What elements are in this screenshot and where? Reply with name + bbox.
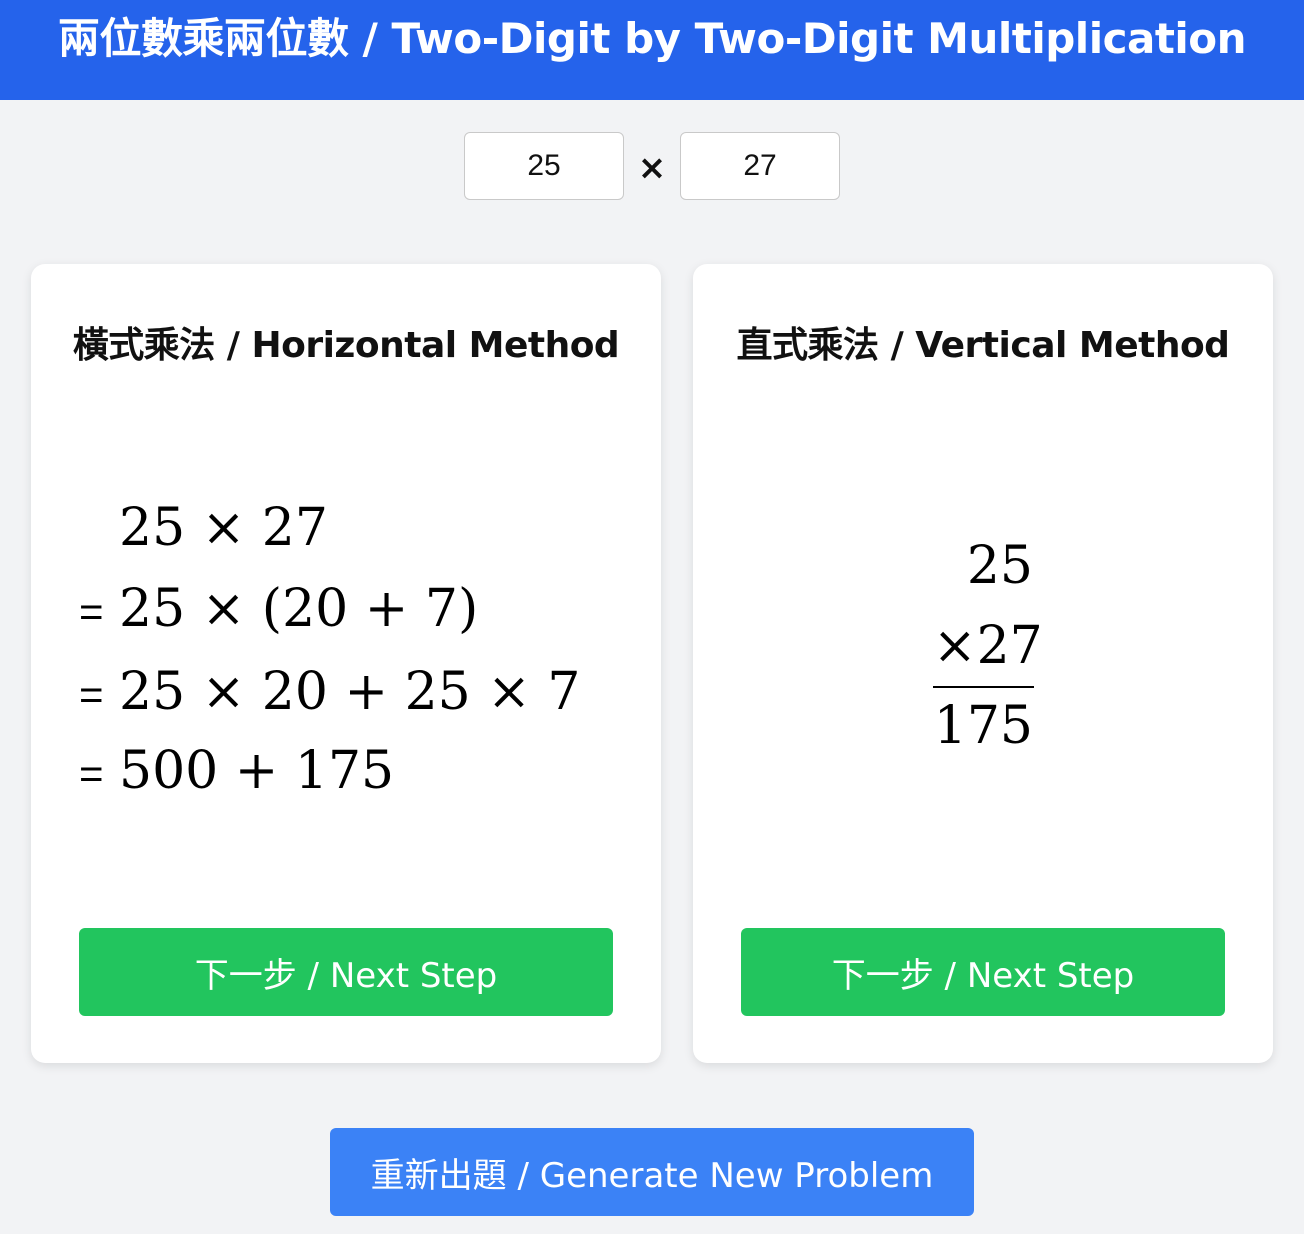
horizontal-step-expression: 500 + 175 bbox=[119, 741, 395, 801]
horizontal-step-expression: 25 × 20 + 25 × 7 bbox=[119, 662, 581, 722]
generate-new-problem-button[interactable]: 重新出題 / Generate New Problem bbox=[330, 1128, 974, 1216]
vertical-partial-product: 175 bbox=[933, 696, 1033, 756]
vertical-multiplication: 25 ×27 175 bbox=[933, 526, 1043, 764]
horizontal-step-line: = 500 + 175 bbox=[79, 731, 394, 811]
horizontal-step-expression: 25 × (20 + 7) bbox=[119, 579, 479, 639]
horizontal-step-expression: 25 × 27 bbox=[119, 498, 328, 558]
page-title: 兩位數乘兩位數 / Two-Digit by Two-Digit Multipl… bbox=[57, 14, 1247, 63]
vertical-method-card: 直式乘法 / Vertical Method 25 ×27 175 下一步 / … bbox=[693, 264, 1273, 1063]
equals-sign: = bbox=[79, 588, 104, 635]
vertical-method-title: 直式乘法 / Vertical Method bbox=[736, 325, 1230, 366]
page-header: 兩位數乘兩位數 / Two-Digit by Two-Digit Multipl… bbox=[0, 0, 1304, 100]
horizontal-next-step-button[interactable]: 下一步 / Next Step bbox=[79, 928, 613, 1016]
equals-sign: = bbox=[79, 671, 104, 718]
horizontal-method-card: 橫式乘法 / Horizontal Method 25 × 27 = 25 × (… bbox=[31, 264, 661, 1063]
problem-inputs: × bbox=[0, 132, 1304, 200]
equals-sign: = bbox=[79, 750, 104, 797]
first-number-input[interactable] bbox=[464, 132, 624, 200]
vertical-next-step-button[interactable]: 下一步 / Next Step bbox=[741, 928, 1225, 1016]
vertical-multiplicand: 25 bbox=[966, 536, 1033, 596]
horizontal-step-line: = 25 × (20 + 7) bbox=[79, 569, 478, 649]
horizontal-step-line: 25 × 27 bbox=[79, 488, 328, 568]
second-number-input[interactable] bbox=[680, 132, 840, 200]
horizontal-method-title: 橫式乘法 / Horizontal Method bbox=[72, 325, 620, 366]
horizontal-step-line: = 25 × 20 + 25 × 7 bbox=[79, 652, 580, 732]
vertical-multiplier: ×27 bbox=[933, 616, 1043, 676]
multiply-sign: × bbox=[637, 148, 667, 188]
